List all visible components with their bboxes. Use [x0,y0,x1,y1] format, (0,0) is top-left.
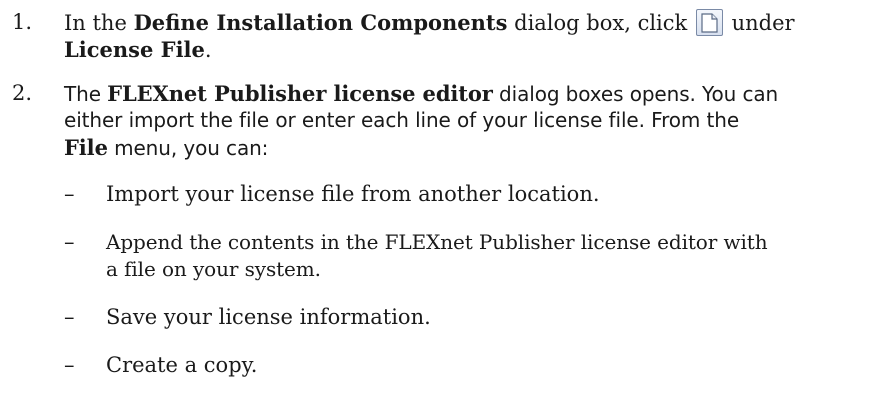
bullet-line: Append the contents in the FLEXnet Publi… [106,230,768,254]
step-line: In the Define Installation Components di… [64,9,864,36]
bullet-dash: – [64,230,75,254]
step-line: either import the file or enter each lin… [64,108,740,132]
text-run: . [204,38,212,62]
editor-name: FLEXnet Publisher license editor [107,81,493,106]
new-document-icon [701,13,718,33]
new-license-file-button[interactable] [695,9,723,36]
text-run: menu, you can: [107,136,269,160]
bullet-text: Create a copy. [106,352,866,379]
bullet-dash: – [64,353,75,377]
text-run: In the [64,11,134,35]
bullet-line: Save your license information. [106,305,431,329]
bullet-text: Save your license information. [106,304,866,331]
bullet-line: Create a copy. [106,353,258,377]
step-number: 1. [12,10,33,34]
step-line: The FLEXnet Publisher license editor dia… [64,80,864,107]
bullet-dash: – [64,182,75,206]
step-text: The FLEXnet Publisher license editor dia… [64,80,864,161]
text-run: dialog boxes opens. You can [492,82,779,106]
document-page: 1. In the Define Installation Components… [0,0,879,415]
bullet-text: Append the contents in the FLEXnet Publi… [106,229,866,283]
field-name: License File [64,37,205,62]
text-run: under [724,11,795,35]
step-text: In the Define Installation Components di… [64,9,864,63]
step-line: License File. [64,36,864,63]
bullet-dash: – [64,305,75,329]
bullet-line: a file on your system. [106,257,321,281]
dialog-name: Define Installation Components [133,10,508,35]
step-line: File menu, you can: [64,134,864,161]
bullet-text: Import your license file from another lo… [106,181,866,208]
bullet-line: Import your license file from another lo… [106,182,600,206]
text-run: dialog box, click [507,11,694,35]
text-run: The [64,82,108,106]
menu-name: File [64,135,108,160]
step-number: 2. [12,81,33,105]
